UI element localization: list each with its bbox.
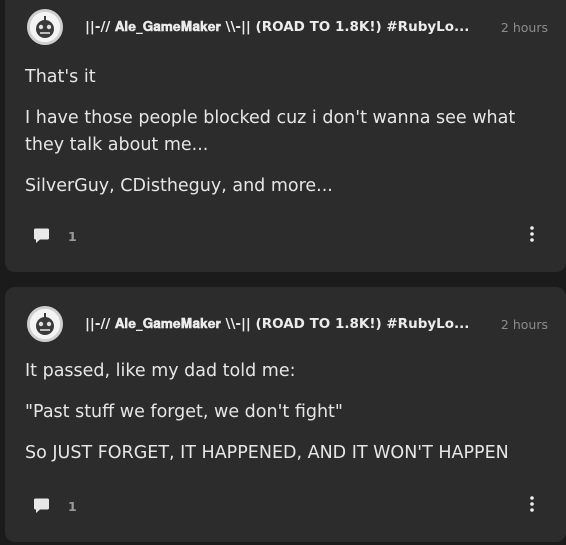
- speech-bubble-icon: [34, 498, 49, 513]
- post-author[interactable]: ||-// 𝐀𝐥𝐞_𝐆𝐚𝐦𝐞𝐌𝐚𝐤𝐞𝐫 \\-|| (ROAD TO 1.8K!…: [85, 19, 483, 35]
- post-header: ||-// 𝐀𝐥𝐞_𝐆𝐚𝐦𝐞𝐌𝐚𝐤𝐞𝐫 \\-|| (ROAD TO 1.8K!…: [27, 8, 548, 46]
- post-paragraph: "Past stuff we forget, we don't fight": [25, 402, 343, 422]
- post-body: It passed, like my dad told me: "Past st…: [25, 358, 548, 481]
- reply-button[interactable]: 1: [33, 498, 77, 514]
- more-options-button[interactable]: [530, 226, 534, 246]
- robot-avatar-icon: [30, 12, 60, 42]
- vertical-ellipsis-icon: [530, 226, 534, 242]
- speech-bubble-icon: [34, 228, 49, 243]
- post-paragraph: It passed, like my dad told me:: [25, 361, 296, 381]
- robot-avatar-icon: [30, 309, 60, 339]
- more-options-button[interactable]: [530, 496, 534, 516]
- post-body: That's it I have those people blocked cu…: [25, 64, 548, 214]
- post-paragraph: SilverGuy, CDistheguy, and more...: [25, 176, 333, 196]
- post-author[interactable]: ||-// 𝐀𝐥𝐞_𝐆𝐚𝐦𝐞𝐌𝐚𝐤𝐞𝐫 \\-|| (ROAD TO 1.8K!…: [85, 316, 483, 332]
- post-timestamp: 2 hours: [500, 19, 548, 35]
- post-paragraph: I have those people blocked cuz i don't …: [25, 108, 516, 155]
- vertical-ellipsis-icon: [530, 496, 534, 512]
- post-paragraph: So JUST FORGET, IT HAPPENED, AND IT WON'…: [25, 443, 509, 463]
- post-paragraph: That's it: [25, 67, 96, 87]
- post-footer: 1: [33, 225, 534, 247]
- reply-count: 1: [68, 228, 77, 244]
- post-footer: 1: [33, 495, 534, 517]
- reply-count: 1: [68, 498, 77, 514]
- reply-button[interactable]: 1: [33, 228, 77, 244]
- avatar[interactable]: [27, 9, 63, 45]
- avatar[interactable]: [27, 306, 63, 342]
- post-card: ||-// 𝐀𝐥𝐞_𝐆𝐚𝐦𝐞𝐌𝐚𝐤𝐞𝐫 \\-|| (ROAD TO 1.8K!…: [5, 287, 566, 542]
- post-card: ||-// 𝐀𝐥𝐞_𝐆𝐚𝐦𝐞𝐌𝐚𝐤𝐞𝐫 \\-|| (ROAD TO 1.8K!…: [5, 0, 566, 272]
- post-timestamp: 2 hours: [500, 316, 548, 332]
- post-header: ||-// 𝐀𝐥𝐞_𝐆𝐚𝐦𝐞𝐌𝐚𝐤𝐞𝐫 \\-|| (ROAD TO 1.8K!…: [27, 305, 548, 343]
